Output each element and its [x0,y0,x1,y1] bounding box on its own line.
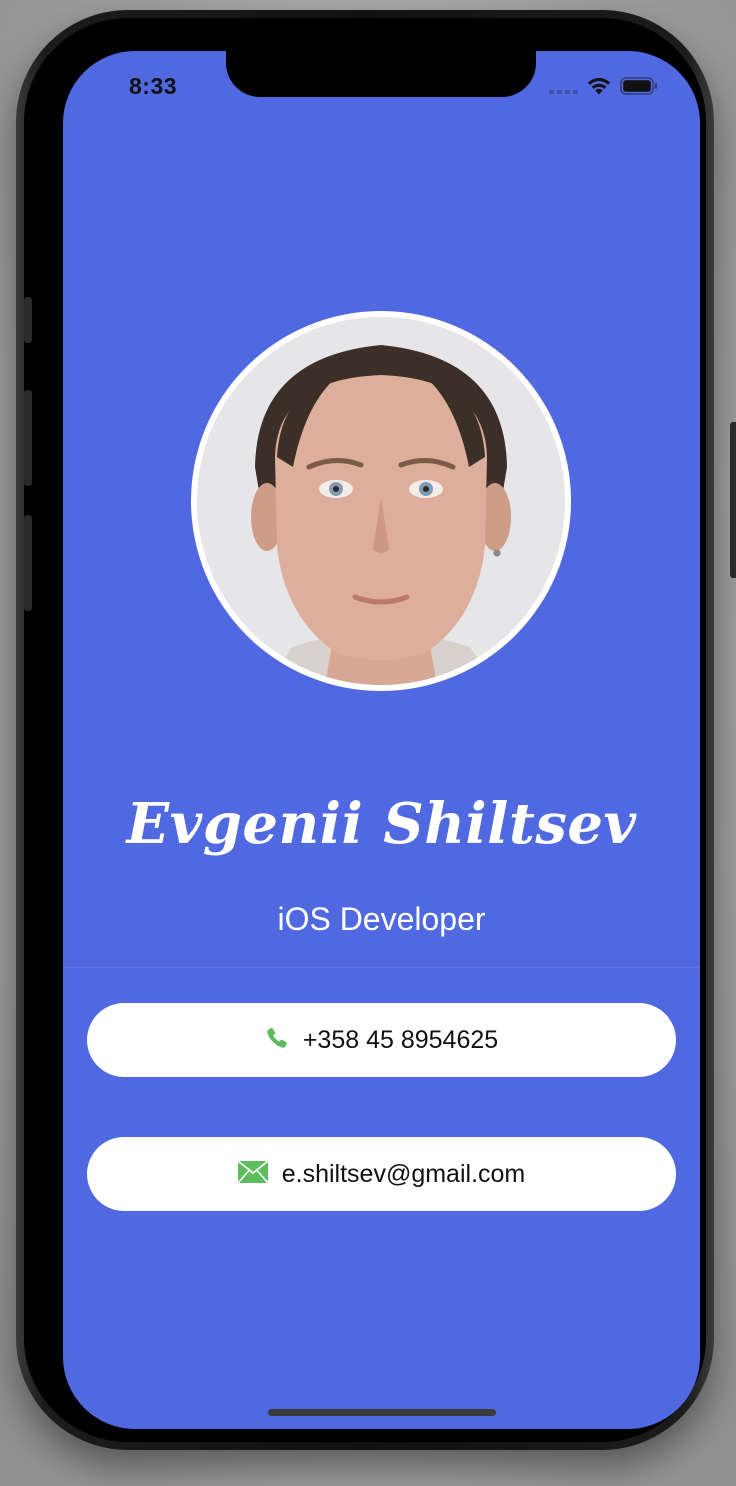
phone-button[interactable]: +358 45 8954625 [87,1003,676,1077]
battery-icon [620,76,658,95]
cellular-icon [549,78,578,94]
notch [226,51,536,97]
volume-down-button [24,515,32,611]
silent-switch [24,297,32,343]
app-screen: 8:33 Evgenii Shiltsev iOS Developer +358… [63,51,700,1429]
volume-up-button [24,390,32,486]
profile-title: iOS Developer [277,901,486,937]
phone-icon [265,1026,289,1055]
wifi-icon [586,76,612,95]
phone-number: +358 45 8954625 [302,1025,499,1054]
envelope-icon [237,1159,269,1188]
divider [63,967,700,968]
home-indicator[interactable] [268,1409,496,1416]
profile-photo [197,317,565,685]
status-time: 8:33 [129,73,178,99]
power-button [730,422,736,578]
profile-name: Evgenii Shiltsev [126,791,637,857]
avatar-ring [191,311,571,691]
email-button[interactable]: e.shiltsev@gmail.com [87,1137,676,1211]
email-address: e.shiltsev@gmail.com [281,1159,526,1188]
device-frame: 8:33 Evgenii Shiltsev iOS Developer +358… [16,10,736,1450]
status-icons [549,76,658,95]
